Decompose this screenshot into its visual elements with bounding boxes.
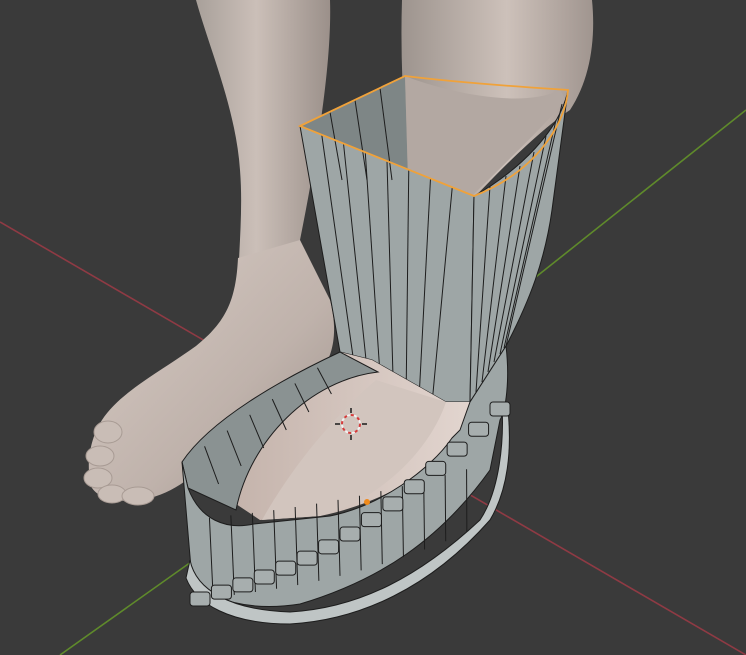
object-origin-point (364, 499, 370, 505)
sole-tread (189, 591, 211, 607)
sole-tread (318, 539, 340, 555)
viewport-canvas[interactable] (0, 0, 746, 655)
lower-wire-edge (444, 475, 447, 542)
sole-tread (446, 441, 468, 457)
sole-tread (425, 460, 447, 476)
sole-tread (382, 496, 404, 512)
sole-tread (468, 421, 490, 437)
sole-tread (403, 479, 425, 495)
sole-tread (232, 577, 254, 593)
sole-tread (360, 512, 382, 528)
3d-viewport[interactable] (0, 0, 746, 655)
sole-tread (339, 526, 361, 542)
sole-tread (296, 550, 318, 566)
sole-tread (210, 584, 232, 600)
sole-tread (253, 569, 275, 585)
sole-tread (275, 560, 297, 576)
sole-tread (489, 401, 511, 417)
